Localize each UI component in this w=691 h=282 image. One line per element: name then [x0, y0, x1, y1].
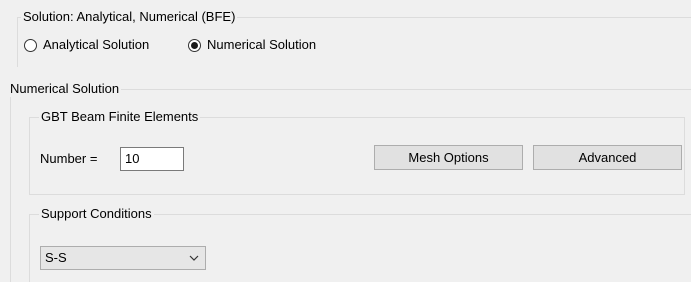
- advanced-button[interactable]: Advanced: [533, 145, 682, 170]
- number-input[interactable]: 10: [120, 147, 184, 171]
- mesh-options-button[interactable]: Mesh Options: [374, 145, 523, 170]
- solution-groupbox-title: Solution: Analytical, Numerical (BFE): [21, 9, 238, 25]
- support-conditions-value: S-S: [45, 250, 67, 265]
- support-conditions-groupbox-title: Support Conditions: [39, 206, 154, 222]
- number-label: Number =: [40, 151, 98, 166]
- analytical-radio-icon[interactable]: [24, 39, 37, 52]
- analytical-radio-label[interactable]: Analytical Solution: [43, 37, 149, 53]
- numerical-solution-groupbox-title: Numerical Solution: [8, 81, 122, 97]
- radio-checked-dot: [191, 42, 198, 49]
- chevron-down-icon: [189, 255, 199, 261]
- gbt-groupbox-title: GBT Beam Finite Elements: [39, 109, 201, 125]
- numerical-radio-icon[interactable]: [188, 39, 201, 52]
- support-conditions-select[interactable]: S-S: [40, 246, 206, 270]
- numerical-radio-label[interactable]: Numerical Solution: [207, 37, 316, 53]
